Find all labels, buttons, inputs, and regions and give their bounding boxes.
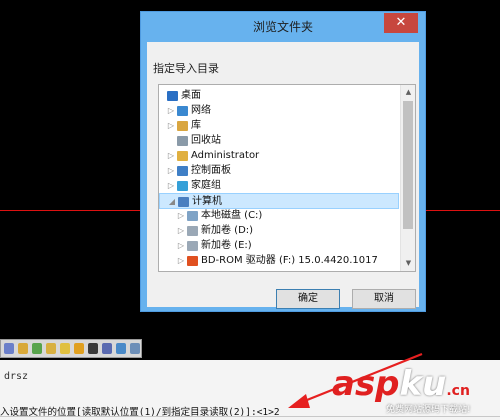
tree-item[interactable]: ▷ 新加卷 (D:) xyxy=(159,223,399,239)
tree-item-label: 桌面 xyxy=(181,90,201,101)
close-button[interactable]: ✕ xyxy=(384,13,418,33)
tree-item[interactable]: 9630 xyxy=(159,268,399,272)
tree-scrollbar[interactable]: ▲ ▼ xyxy=(400,85,415,271)
tree-item[interactable]: ▷ Administrator xyxy=(159,148,399,164)
bd-rom-icon xyxy=(187,256,198,266)
layer-match-icon[interactable] xyxy=(32,343,42,354)
tree-item[interactable]: ▷ BD-ROM 驱动器 (F:) 15.0.4420.1017 xyxy=(159,253,399,269)
recycle-bin-icon xyxy=(177,136,188,146)
layer-merge-icon[interactable] xyxy=(130,343,140,354)
command-history: drsz xyxy=(4,371,29,382)
expand-arrow-icon[interactable]: ▷ xyxy=(177,253,185,269)
tree-item[interactable]: ▷ 家庭组 xyxy=(159,178,399,194)
tree-item[interactable]: ▷ 库 xyxy=(159,118,399,134)
layer-toolbar xyxy=(0,339,142,358)
lock-icon[interactable] xyxy=(88,343,98,354)
browse-folder-dialog: 浏览文件夹 ✕ 指定导入目录 桌面 ▷ 网络 ▷ 库回收站 ▷ Administrator ▷… xyxy=(140,11,426,312)
tree-item-label: 库 xyxy=(191,120,201,131)
sun-icon[interactable] xyxy=(74,343,84,354)
expand-arrow-icon[interactable]: ▷ xyxy=(177,238,185,254)
dialog-title: 浏览文件夹 xyxy=(252,20,313,34)
tree-item-label: 新加卷 (E:) xyxy=(201,240,252,251)
dialog-prompt: 指定导入目录 xyxy=(153,62,219,75)
folder-icon xyxy=(177,271,188,272)
folder-tree[interactable]: 桌面 ▷ 网络 ▷ 库回收站 ▷ Administrator ▷ 控制面板 ▷ 家庭组 ◢ 计算机 ▷ 本地… xyxy=(158,84,416,272)
drive-icon xyxy=(187,226,198,236)
tree-item-label: 9630 xyxy=(191,268,216,271)
expand-arrow-icon[interactable]: ▷ xyxy=(177,223,185,239)
expand-arrow-icon[interactable]: ▷ xyxy=(167,178,175,194)
tree-item[interactable]: 回收站 xyxy=(159,133,399,149)
homegroup-icon xyxy=(177,181,188,191)
tree-item-label: 新加卷 (D:) xyxy=(201,225,254,236)
layer-walk-icon[interactable] xyxy=(46,343,56,354)
expand-arrow-icon[interactable]: ▷ xyxy=(167,118,175,134)
unlock-icon[interactable] xyxy=(102,343,112,354)
layer-freeze-icon[interactable] xyxy=(18,343,28,354)
scroll-down-icon[interactable]: ▼ xyxy=(401,256,415,271)
expand-arrow-icon[interactable]: ▷ xyxy=(167,163,175,179)
tree-item-label: 本地磁盘 (C:) xyxy=(201,210,263,221)
desktop-icon xyxy=(167,91,178,101)
tree-item[interactable]: ▷ 网络 xyxy=(159,103,399,119)
watermark: aspku.cn 免费网站源码下载站! xyxy=(332,364,500,420)
lightbulb-icon[interactable] xyxy=(60,343,70,354)
tree-item-label: 网络 xyxy=(191,105,211,116)
expand-arrow-icon[interactable]: ▷ xyxy=(177,208,185,224)
control-panel-icon xyxy=(177,166,188,176)
tree-item[interactable]: ▷ 本地磁盘 (C:) xyxy=(159,208,399,224)
library-icon xyxy=(177,121,188,131)
user-folder-icon xyxy=(177,151,188,161)
scrollbar-thumb[interactable] xyxy=(403,101,413,229)
tree-item[interactable]: 桌面 xyxy=(159,88,399,104)
expand-arrow-icon[interactable]: ▷ xyxy=(167,148,175,164)
watermark-subtitle: 免费网站源码下载站! xyxy=(386,405,471,415)
tree-item-label: Administrator xyxy=(191,150,260,161)
tree-item[interactable]: ▷ 新加卷 (E:) xyxy=(159,238,399,254)
tree-item-label: 回收站 xyxy=(191,135,221,146)
tree-item-label: 控制面板 xyxy=(191,165,231,176)
close-icon: ✕ xyxy=(395,15,407,30)
dialog-body: 指定导入目录 桌面 ▷ 网络 ▷ 库回收站 ▷ Administrator ▷ 控制面板 ▷ 家庭组… xyxy=(147,42,419,309)
network-icon xyxy=(177,106,188,116)
tree-item-label: 家庭组 xyxy=(191,180,221,191)
tree-item[interactable]: ▷ 控制面板 xyxy=(159,163,399,179)
scroll-up-icon[interactable]: ▲ xyxy=(401,85,415,100)
tree-item-label: BD-ROM 驱动器 (F:) 15.0.4420.1017 xyxy=(201,255,378,266)
tree-item[interactable]: ◢ 计算机 xyxy=(159,193,399,209)
drive-icon xyxy=(187,241,198,251)
computer-icon xyxy=(178,197,189,207)
expand-arrow-icon[interactable]: ▷ xyxy=(167,103,175,119)
cancel-button[interactable]: 取消 xyxy=(352,289,416,309)
layer-copy-icon[interactable] xyxy=(116,343,126,354)
local-disk-icon xyxy=(187,211,198,221)
layer-tool-icon[interactable] xyxy=(4,343,14,354)
ok-button[interactable]: 确定 xyxy=(276,289,340,309)
